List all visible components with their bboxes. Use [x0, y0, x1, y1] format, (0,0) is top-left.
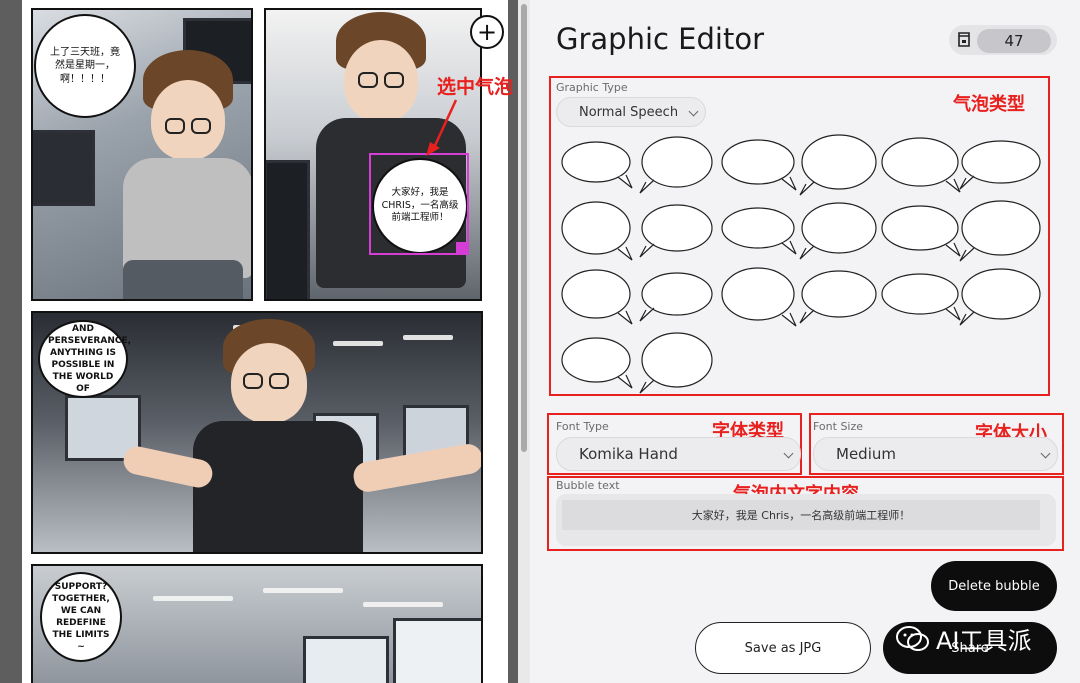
speech-bubble-shape-icon [721, 267, 797, 327]
speech-bubble[interactable]: AND PERSEVERANCE, ANYTHING IS POSSIBLE I… [38, 320, 132, 398]
speech-bubble-shape-icon [639, 204, 713, 258]
speech-bubble-shape-icon [881, 205, 961, 257]
bubble-shape-grid [556, 134, 1046, 394]
bubble-selection-outline [369, 153, 469, 255]
bubble-shape-option[interactable] [637, 136, 717, 194]
speech-bubble-shape-icon [799, 270, 877, 324]
bubble-text-label: Bubble text [556, 479, 620, 492]
bubble-shape-option[interactable] [880, 202, 961, 257]
speech-bubble-shape-icon [561, 201, 633, 261]
ceiling-light [403, 335, 453, 340]
bubble-shape-option[interactable] [556, 268, 636, 325]
annotation-arrow-icon [426, 99, 458, 156]
bubble-shape-option[interactable] [718, 202, 798, 256]
font-type-value: Komika Hand [579, 445, 678, 463]
bubble-shape-option[interactable] [880, 136, 961, 193]
font-size-label: Font Size [813, 420, 864, 433]
monitor-illustration [303, 636, 389, 683]
speech-bubble-shape-icon [881, 273, 961, 321]
speech-bubble-shape-icon [799, 134, 877, 196]
speech-bubble-text: SUPPORT? TOGETHER, WE CAN REDEFINE THE L… [52, 581, 110, 653]
chevron-down-icon [1040, 448, 1051, 459]
bubble-shape-option[interactable] [799, 268, 879, 324]
bubble-text-input[interactable]: 大家好，我是 Chris，一名高级前端工程师！ [562, 500, 1040, 530]
editor-title: Graphic Editor [556, 22, 764, 56]
speech-bubble[interactable]: SUPPORT? TOGETHER, WE CAN REDEFINE THE L… [40, 572, 122, 662]
bubble-shape-option[interactable] [799, 202, 879, 260]
speech-bubble-text: 上了三天班，竟然是星期一，啊！！！！ [50, 46, 120, 85]
bubble-shape-option[interactable] [959, 268, 1041, 326]
chevron-down-icon [688, 106, 699, 117]
bubble-shape-option[interactable] [718, 136, 798, 191]
bubble-resize-handle[interactable] [456, 242, 468, 254]
bubble-shape-option[interactable] [637, 202, 717, 258]
speech-bubble-shape-icon [721, 139, 797, 191]
bubble-shape-option[interactable] [556, 334, 636, 389]
monitor-illustration [393, 618, 481, 683]
wechat-icon [896, 625, 929, 651]
watermark-text: AI工具派 [936, 627, 1032, 655]
bubble-shape-option[interactable] [556, 136, 636, 190]
monitor-illustration [33, 130, 95, 206]
bubble-shape-option[interactable] [880, 268, 961, 322]
save-as-jpg-button[interactable]: Save as JPG [695, 622, 871, 674]
plus-icon: + [476, 18, 498, 46]
annotation-selected-bubble: 选中气泡 [437, 76, 514, 98]
speech-bubble-text: AND PERSEVERANCE, ANYTHING IS POSSIBLE I… [48, 323, 132, 395]
speech-bubble-shape-icon [721, 207, 797, 255]
bubble-shape-option[interactable] [959, 136, 1041, 190]
credits-count: 47 [977, 29, 1051, 53]
ceiling-light [153, 596, 233, 601]
watermark: AI工具派 [896, 621, 1032, 656]
speech-bubble-shape-icon [881, 137, 961, 193]
add-panel-button[interactable]: + [470, 15, 504, 49]
font-size-select[interactable]: Medium [813, 437, 1058, 471]
speech-bubble-shape-icon [639, 332, 713, 394]
bubble-shape-option[interactable] [718, 267, 798, 327]
chevron-down-icon [783, 448, 794, 459]
bubble-shape-option[interactable] [637, 268, 717, 322]
speech-bubble-shape-icon [639, 272, 713, 322]
monitor-illustration [266, 160, 310, 299]
speech-bubble-shape-icon [959, 268, 1041, 326]
bubble-shape-option[interactable] [799, 134, 879, 196]
font-size-value: Medium [836, 445, 896, 463]
font-type-label: Font Type [556, 420, 609, 433]
graphic-type-value: Normal Speech [579, 104, 679, 120]
speech-bubble-shape-icon [561, 269, 633, 325]
bubble-shape-option[interactable] [556, 201, 636, 261]
ceiling-light [333, 341, 383, 346]
canvas-scrollbar-thumb[interactable] [521, 4, 527, 452]
font-type-select[interactable]: Komika Hand [556, 437, 801, 471]
speech-bubble-shape-icon [959, 140, 1041, 190]
bubble-shape-option[interactable] [637, 332, 717, 394]
credit-coin-icon [958, 32, 970, 47]
bubble-shape-option[interactable] [959, 200, 1041, 262]
annotation-graphic-type: 气泡类型 [953, 94, 1025, 115]
graphic-type-label: Graphic Type [556, 81, 628, 94]
ceiling-light [363, 602, 443, 607]
graphic-type-select[interactable]: Normal Speech [556, 97, 706, 127]
delete-bubble-button[interactable]: Delete bubble [931, 561, 1057, 611]
speech-bubble-shape-icon [561, 141, 633, 189]
speech-bubble[interactable]: 上了三天班，竟然是星期一，啊！！！！ [34, 14, 136, 118]
ceiling-light [263, 588, 343, 593]
speech-bubble-shape-icon [639, 136, 713, 194]
speech-bubble-shape-icon [799, 202, 877, 260]
speech-bubble-shape-icon [561, 337, 633, 389]
speech-bubble-shape-icon [959, 200, 1041, 262]
